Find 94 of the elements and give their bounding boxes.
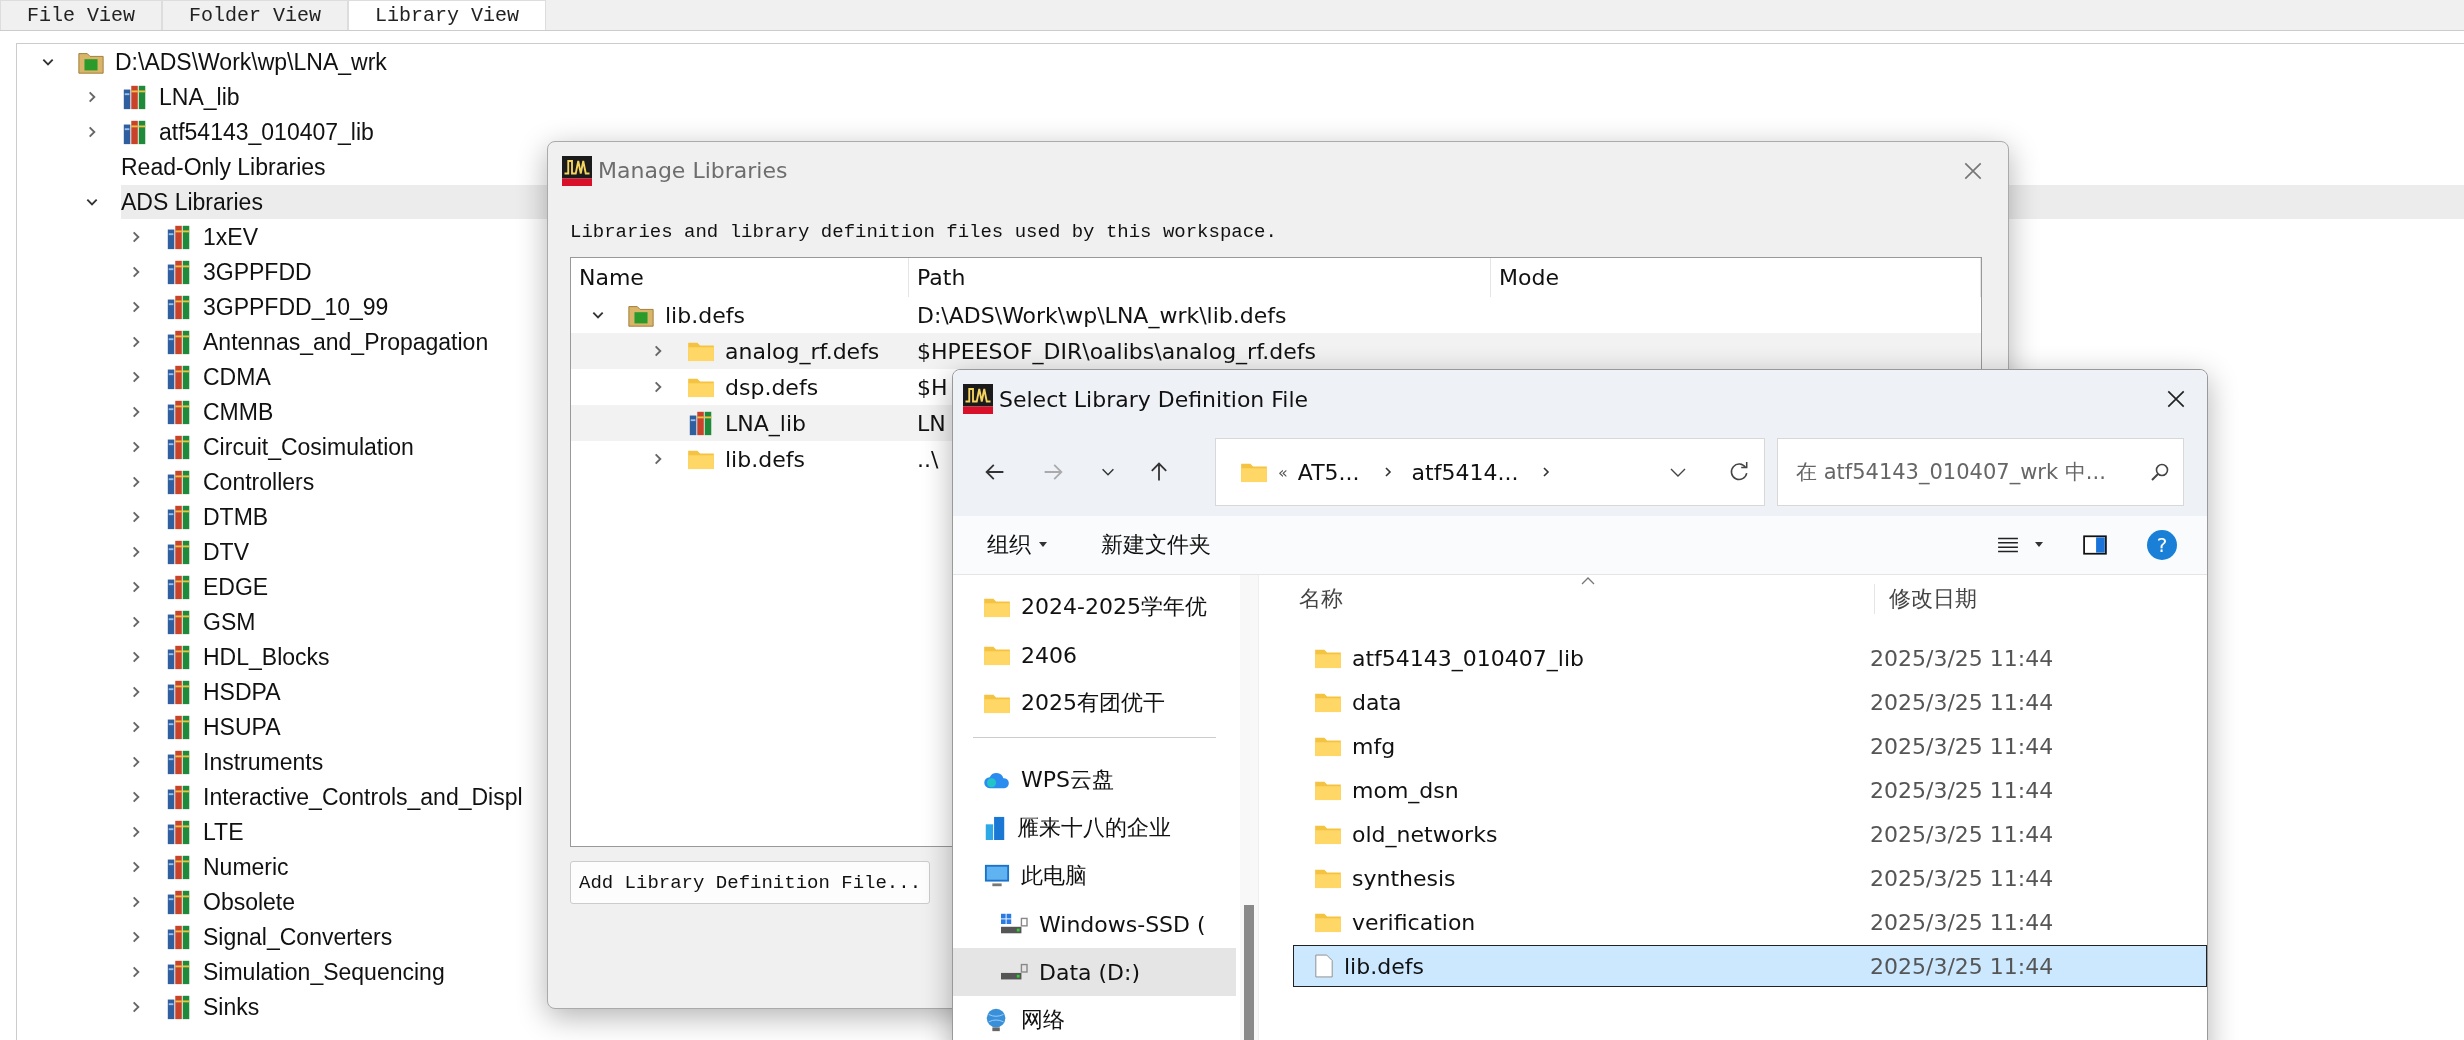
nav-pane-item[interactable]: Data (D:) bbox=[953, 948, 1236, 996]
sort-chevron-icon bbox=[1581, 577, 1595, 585]
file-name: synthesis bbox=[1352, 865, 1456, 891]
folder-icon bbox=[983, 692, 1011, 714]
folder-icon bbox=[687, 340, 715, 362]
file-name: atf54143_010407_lib bbox=[1352, 645, 1584, 671]
column-header[interactable]: 修改日期 bbox=[1874, 584, 1977, 614]
file-row[interactable]: mom_dsn 2025/3/25 11:44 bbox=[1293, 769, 2207, 811]
file-row[interactable]: mfg 2025/3/25 11:44 bbox=[1293, 725, 2207, 767]
file-row[interactable]: data 2025/3/25 11:44 bbox=[1293, 681, 2207, 723]
file-row[interactable]: old_networks 2025/3/25 11:44 bbox=[1293, 813, 2207, 855]
tree-item[interactable]: lib.defs bbox=[665, 302, 745, 328]
folder-icon bbox=[983, 644, 1011, 666]
app-logo-icon bbox=[963, 384, 993, 414]
column-header[interactable]: Mode bbox=[1491, 258, 1981, 297]
modified-date: 2025/3/25 11:44 bbox=[1869, 645, 2054, 671]
tree-item[interactable]: dsp.defs bbox=[725, 374, 819, 400]
file-row[interactable]: synthesis 2025/3/25 11:44 bbox=[1293, 857, 2207, 899]
modified-date: 2025/3/25 11:44 bbox=[1869, 865, 2054, 891]
breadcrumb-item[interactable]: atf5414... bbox=[1411, 459, 1519, 485]
file-icon bbox=[1314, 954, 1334, 978]
nav-pane-item[interactable]: 此电脑 bbox=[953, 852, 1236, 900]
monitor-icon bbox=[983, 863, 1011, 889]
tree-item[interactable]: LNA_lib bbox=[159, 79, 2464, 114]
file-row[interactable]: lib.defs 2025/3/25 11:44 bbox=[1293, 945, 2207, 987]
column-header[interactable]: 名称 bbox=[1259, 584, 1874, 614]
view-tab[interactable]: Library View bbox=[348, 0, 547, 30]
breadcrumb-item[interactable]: AT5... bbox=[1297, 459, 1360, 485]
breadcrumb-overflow[interactable]: « bbox=[1278, 462, 1288, 482]
preview-pane-icon[interactable] bbox=[2083, 535, 2107, 555]
nav-pane-item[interactable]: 雁来十八的企业 bbox=[953, 804, 1236, 852]
folder-icon bbox=[1314, 779, 1342, 801]
cloud-icon bbox=[983, 770, 1011, 790]
dialog-title: Manage Libraries bbox=[598, 158, 789, 183]
file-row[interactable]: atf54143_010407_lib 2025/3/25 11:44 bbox=[1293, 637, 2207, 679]
refresh-icon[interactable] bbox=[1728, 461, 1750, 483]
file-name: data bbox=[1352, 689, 1402, 715]
folder-icon bbox=[1240, 461, 1268, 483]
file-name: mfg bbox=[1352, 733, 1396, 759]
folder-icon bbox=[1314, 823, 1342, 845]
organize-button[interactable]: 组织 bbox=[987, 530, 1031, 560]
folder-icon bbox=[687, 448, 715, 470]
nav-pane-item[interactable]: Windows-SSD ( bbox=[953, 900, 1236, 948]
file-name: old_networks bbox=[1352, 821, 1498, 847]
modified-date: 2025/3/25 11:44 bbox=[1869, 953, 2054, 979]
folder-icon bbox=[1314, 647, 1342, 669]
nav-pane-item[interactable]: 2406 bbox=[953, 631, 1236, 679]
file-name: verification bbox=[1352, 909, 1476, 935]
new-folder-button[interactable]: 新建文件夹 bbox=[1101, 530, 1211, 560]
file-name: mom_dsn bbox=[1352, 777, 1459, 803]
modified-date: 2025/3/25 11:44 bbox=[1869, 689, 2054, 715]
building-icon bbox=[983, 815, 1007, 841]
close-icon[interactable] bbox=[2165, 388, 2187, 410]
help-button[interactable]: ? bbox=[2147, 530, 2177, 560]
folder-icon bbox=[687, 376, 715, 398]
scrollbar-thumb[interactable] bbox=[1244, 905, 1254, 1040]
address-bar[interactable]: « AT5... atf5414... bbox=[1215, 438, 1765, 506]
nav-pane-item[interactable]: WPS云盘 bbox=[953, 756, 1236, 804]
column-header[interactable]: Name bbox=[571, 258, 909, 297]
folder-icon bbox=[1314, 691, 1342, 713]
nav-pane-item[interactable]: 2025有团优干 bbox=[953, 679, 1236, 727]
folder-icon bbox=[1314, 735, 1342, 757]
app-logo-icon bbox=[562, 155, 592, 186]
file-name: lib.defs bbox=[1344, 953, 1424, 979]
list-view-icon[interactable] bbox=[1997, 536, 2019, 554]
search-icon bbox=[2150, 462, 2170, 482]
caret-icon[interactable] bbox=[1039, 542, 1047, 548]
nav-pane-item[interactable]: 2024-2025学年优 bbox=[953, 583, 1236, 631]
tree-item[interactable]: lib.defs bbox=[725, 446, 805, 472]
nav-pane-item[interactable]: 网络 bbox=[953, 996, 1236, 1040]
tree-item[interactable]: LNA_lib bbox=[725, 410, 806, 436]
dialog-description: Libraries and library definition files used by this workspace. bbox=[570, 221, 1278, 243]
file-row[interactable]: verification 2025/3/25 11:44 bbox=[1293, 901, 2207, 943]
dialog-title: Select Library Definition File bbox=[999, 386, 1310, 412]
folder-icon bbox=[983, 596, 1011, 618]
folder-icon bbox=[1314, 867, 1342, 889]
path-cell-text: LN bbox=[916, 410, 946, 436]
path-cell-text: $H bbox=[916, 374, 948, 400]
add-library-button[interactable]: Add Library Definition File... bbox=[570, 861, 931, 904]
modified-date: 2025/3/25 11:44 bbox=[1869, 909, 2054, 935]
modified-date: 2025/3/25 11:44 bbox=[1869, 821, 2054, 847]
view-tab[interactable]: Folder View bbox=[162, 0, 349, 30]
tree-item[interactable]: D:\ADS\Work\wp\LNA_wrk bbox=[115, 44, 2464, 79]
path-cell-text: ..\ bbox=[916, 446, 939, 472]
modified-date: 2025/3/25 11:44 bbox=[1869, 777, 2054, 803]
search-field[interactable]: 在 atf54143_010407_wrk 中... bbox=[1777, 438, 2184, 506]
path-cell-text: D:\ADS\Work\wp\LNA_wrk\lib.defs bbox=[916, 302, 1287, 328]
path-cell-text: $HPEESOF_DIR\oalibs\analog_rf.defs bbox=[916, 338, 1316, 364]
view-tab[interactable]: File View bbox=[0, 0, 163, 30]
column-header[interactable]: Path bbox=[909, 258, 1491, 297]
modified-date: 2025/3/25 11:44 bbox=[1869, 733, 2054, 759]
folder-icon bbox=[1314, 911, 1342, 933]
caret-icon[interactable] bbox=[2035, 542, 2043, 548]
tree-item[interactable]: analog_rf.defs bbox=[725, 338, 880, 364]
